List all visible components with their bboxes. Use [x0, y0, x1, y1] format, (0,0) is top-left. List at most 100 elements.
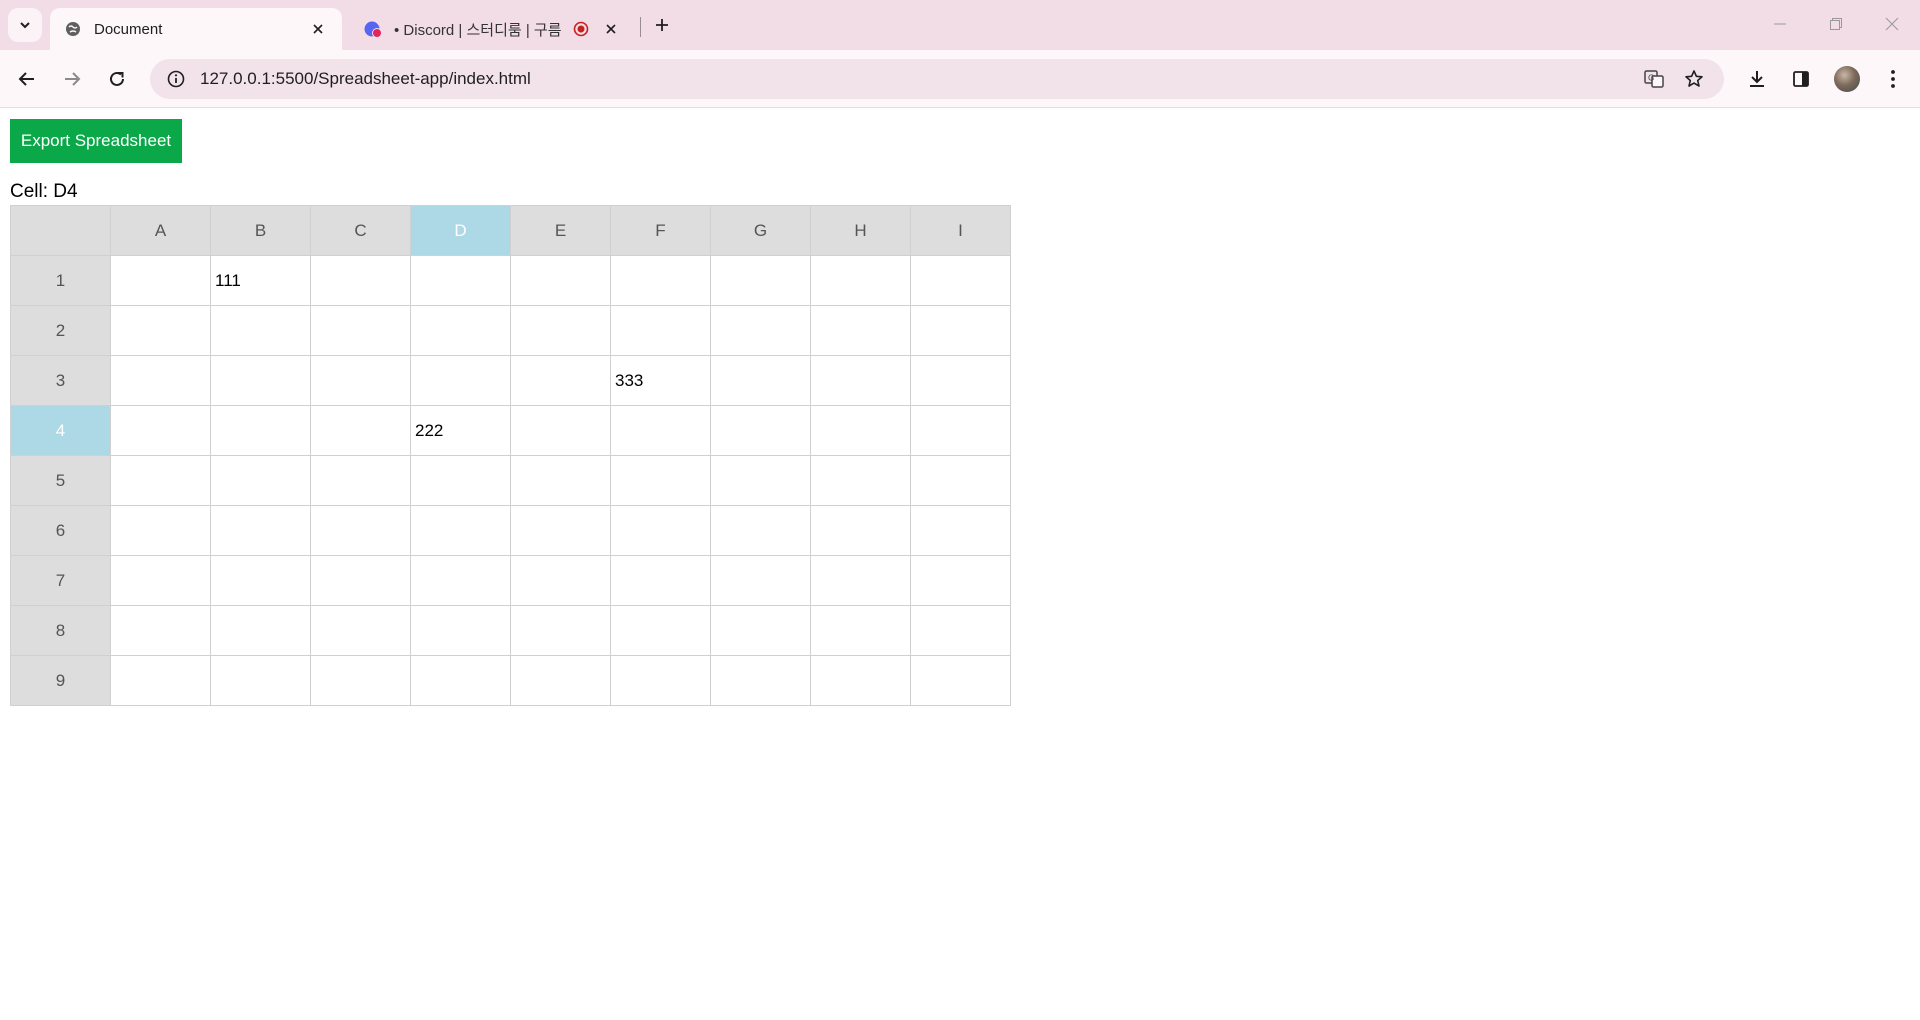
cell[interactable]	[210, 305, 311, 356]
cell[interactable]	[110, 405, 211, 456]
row-header[interactable]: 2	[10, 305, 111, 356]
cell[interactable]	[710, 555, 811, 606]
cell[interactable]	[810, 455, 911, 506]
cell[interactable]	[110, 605, 211, 656]
cell[interactable]	[410, 555, 511, 606]
cell[interactable]	[310, 405, 411, 456]
translate-icon[interactable]: G	[1634, 59, 1674, 99]
cell[interactable]	[610, 655, 711, 706]
cell[interactable]	[210, 555, 311, 606]
cell[interactable]	[810, 305, 911, 356]
cell[interactable]	[810, 505, 911, 556]
new-tab-button[interactable]	[650, 10, 674, 40]
column-header[interactable]: E	[510, 205, 611, 256]
cell[interactable]	[710, 655, 811, 706]
cell[interactable]	[410, 605, 511, 656]
bookmark-star-icon[interactable]	[1674, 59, 1714, 99]
cell[interactable]	[710, 455, 811, 506]
site-info-icon[interactable]	[156, 59, 196, 99]
cell[interactable]	[910, 355, 1011, 406]
cell[interactable]	[110, 305, 211, 356]
cell[interactable]	[310, 605, 411, 656]
column-header[interactable]: B	[210, 205, 311, 256]
cell[interactable]	[510, 405, 611, 456]
cell[interactable]	[610, 555, 711, 606]
tab-discord[interactable]: • Discord | 스터디룸 | 구름	[350, 8, 635, 50]
cell[interactable]	[110, 455, 211, 506]
tab-document[interactable]: Document	[50, 8, 342, 50]
cell[interactable]	[310, 655, 411, 706]
column-header[interactable]: G	[710, 205, 811, 256]
cell[interactable]	[610, 505, 711, 556]
column-header[interactable]: H	[810, 205, 911, 256]
cell[interactable]	[310, 255, 411, 306]
cell[interactable]	[210, 355, 311, 406]
cell[interactable]	[910, 655, 1011, 706]
cell[interactable]	[110, 555, 211, 606]
side-panel-button[interactable]	[1784, 62, 1818, 96]
cell[interactable]: 222	[410, 405, 511, 456]
cell[interactable]	[310, 355, 411, 406]
address-bar[interactable]: 127.0.0.1:5500/Spreadsheet-app/index.htm…	[150, 59, 1724, 99]
cell[interactable]	[110, 655, 211, 706]
column-header[interactable]: C	[310, 205, 411, 256]
cell[interactable]	[610, 455, 711, 506]
cell[interactable]	[410, 505, 511, 556]
cell[interactable]	[210, 605, 311, 656]
cell[interactable]	[210, 455, 311, 506]
close-tab-icon[interactable]	[308, 19, 328, 39]
cell[interactable]	[210, 505, 311, 556]
row-header[interactable]: 5	[10, 455, 111, 506]
cell[interactable]	[510, 505, 611, 556]
cell[interactable]	[710, 405, 811, 456]
cell[interactable]	[310, 505, 411, 556]
menu-button[interactable]	[1876, 62, 1910, 96]
row-header[interactable]: 9	[10, 655, 111, 706]
cell[interactable]	[810, 255, 911, 306]
cell[interactable]	[310, 555, 411, 606]
cell[interactable]	[410, 305, 511, 356]
cell[interactable]	[910, 255, 1011, 306]
cell[interactable]	[510, 455, 611, 506]
close-window-button[interactable]	[1864, 0, 1920, 48]
row-header[interactable]: 7	[10, 555, 111, 606]
reload-button[interactable]	[100, 62, 134, 96]
cell[interactable]	[610, 305, 711, 356]
cell[interactable]	[510, 355, 611, 406]
cell[interactable]	[810, 405, 911, 456]
cell[interactable]	[510, 305, 611, 356]
cell[interactable]	[510, 655, 611, 706]
row-header[interactable]: 8	[10, 605, 111, 656]
minimize-button[interactable]	[1752, 0, 1808, 48]
cell[interactable]	[910, 505, 1011, 556]
cell[interactable]	[110, 505, 211, 556]
cell[interactable]	[910, 555, 1011, 606]
restore-button[interactable]	[1808, 0, 1864, 48]
cell[interactable]	[710, 605, 811, 656]
row-header[interactable]: 1	[10, 255, 111, 306]
cell[interactable]	[510, 555, 611, 606]
cell[interactable]	[210, 405, 311, 456]
cell[interactable]	[310, 305, 411, 356]
export-spreadsheet-button[interactable]: Export Spreadsheet	[10, 119, 182, 163]
cell[interactable]	[510, 605, 611, 656]
cell[interactable]	[410, 455, 511, 506]
cell[interactable]	[910, 455, 1011, 506]
cell[interactable]	[110, 355, 211, 406]
cell[interactable]	[610, 405, 711, 456]
cell[interactable]	[810, 355, 911, 406]
cell[interactable]	[710, 355, 811, 406]
cell[interactable]	[410, 655, 511, 706]
profile-button[interactable]	[1830, 62, 1864, 96]
column-header[interactable]: F	[610, 205, 711, 256]
cell[interactable]	[910, 405, 1011, 456]
downloads-button[interactable]	[1740, 62, 1774, 96]
tab-search-button[interactable]	[8, 8, 42, 42]
cell[interactable]	[310, 455, 411, 506]
column-header[interactable]: D	[410, 205, 511, 256]
cell[interactable]: 111	[210, 255, 311, 306]
column-header[interactable]: I	[910, 205, 1011, 256]
cell[interactable]	[610, 255, 711, 306]
cell[interactable]	[910, 305, 1011, 356]
cell[interactable]	[910, 605, 1011, 656]
